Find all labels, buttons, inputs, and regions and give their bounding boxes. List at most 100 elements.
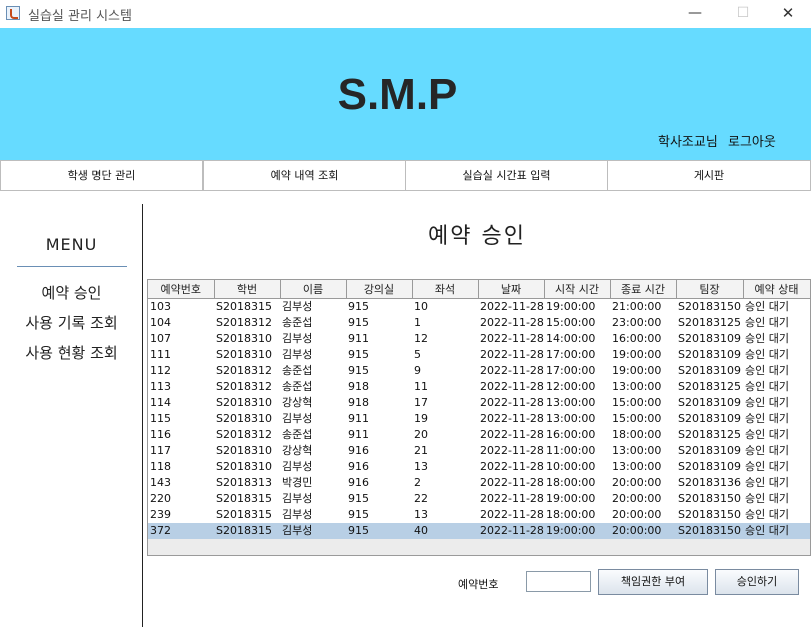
sidebar-item-usage-history[interactable]: 사용 기록 조회 <box>0 312 143 333</box>
close-button[interactable]: ✕ <box>765 0 811 28</box>
column-header[interactable]: 종료 시간 <box>610 280 677 299</box>
reservation-number-input[interactable] <box>526 571 591 592</box>
table-cell: 40 <box>412 523 478 539</box>
table-row[interactable]: 220 S2018315 김부성 915 22 2022-11-28 19:00:00 20:… <box>148 491 810 507</box>
table-cell: 2022-11-28 <box>478 507 544 523</box>
table-cell: S20183109 <box>676 411 743 427</box>
column-header[interactable]: 학번 <box>214 280 281 299</box>
table-cell: 13:00:00 <box>610 379 676 395</box>
table-cell: 11 <box>412 379 478 395</box>
user-label: 학사조교님 <box>658 135 718 150</box>
table-cell: 114 <box>148 395 214 411</box>
sidebar-item-approve[interactable]: 예약 승인 <box>0 282 143 303</box>
table-row[interactable]: 107 S2018310 김부성 911 12 2022-11-28 14:00:00 16:… <box>148 331 810 347</box>
column-header[interactable]: 예약번호 <box>148 280 215 299</box>
table-cell: S20183125 <box>676 379 743 395</box>
table-cell: S20183150 <box>676 523 743 539</box>
table-cell: 918 <box>346 379 412 395</box>
table-cell: 107 <box>148 331 214 347</box>
table-cell: 2022-11-28 <box>478 331 544 347</box>
table-cell: 21 <box>412 443 478 459</box>
table-cell: 강상혁 <box>280 395 346 411</box>
table-cell: 승인 대기 <box>743 298 810 315</box>
table-cell: 승인 대기 <box>743 427 810 443</box>
nav-reservation-history[interactable]: 예약 내역 조회 <box>203 160 406 191</box>
table-cell: 승인 대기 <box>743 475 810 491</box>
table-cell: 김부성 <box>280 298 346 315</box>
maximize-button[interactable]: ☐ <box>720 0 766 28</box>
table-row[interactable]: 372 S2018315 김부성 915 40 2022-11-28 19:00:00 20:… <box>148 523 810 539</box>
table-cell: S2018312 <box>214 315 280 331</box>
table-header-row: 예약번호 학번 이름 강의실 좌석 날짜 시작 시간 종료 시간 팀장 예약 상태 <box>148 280 810 299</box>
table-row[interactable]: 115 S2018310 김부성 911 19 2022-11-28 13:00:00 15:… <box>148 411 810 427</box>
reservation-number-label: 예약번호 <box>458 578 499 591</box>
table-cell: 2022-11-28 <box>478 315 544 331</box>
table-cell: 915 <box>346 507 412 523</box>
table-cell: 19:00:00 <box>544 298 610 315</box>
table-cell: S2018312 <box>214 379 280 395</box>
sidebar-title: MENU <box>45 235 98 254</box>
table-row[interactable]: 118 S2018310 김부성 916 13 2022-11-28 10:00:00 13:… <box>148 459 810 475</box>
table-cell: 송준섭 <box>280 427 346 443</box>
table-cell: S20183125 <box>676 315 743 331</box>
table-row[interactable]: 104 S2018312 송준섭 915 1 2022-11-28 15:00:00 23:0… <box>148 315 810 331</box>
table-cell: 915 <box>346 363 412 379</box>
table-cell: 19 <box>412 411 478 427</box>
table-cell: 2022-11-28 <box>478 475 544 491</box>
reservation-table[interactable]: 예약번호 학번 이름 강의실 좌석 날짜 시작 시간 종료 시간 팀장 예약 상태 103 S201… <box>148 280 810 539</box>
table-cell: 승인 대기 <box>743 363 810 379</box>
table-cell: 19:00:00 <box>544 523 610 539</box>
window-title: 실습실 관리 시스템 <box>28 9 132 24</box>
table-row[interactable]: 117 S2018310 강상혁 916 21 2022-11-28 11:00:00 13:… <box>148 443 810 459</box>
table-cell: 13:00:00 <box>610 443 676 459</box>
nav-board[interactable]: 게시판 <box>607 160 811 191</box>
table-cell: 승인 대기 <box>743 507 810 523</box>
column-header[interactable]: 팀장 <box>676 280 744 299</box>
approve-button[interactable]: 승인하기 <box>715 569 799 595</box>
table-cell: 916 <box>346 443 412 459</box>
table-cell: 2022-11-28 <box>478 411 544 427</box>
table-cell: 23:00:00 <box>610 315 676 331</box>
table-cell: 918 <box>346 395 412 411</box>
column-header[interactable]: 예약 상태 <box>743 280 810 299</box>
column-header[interactable]: 좌석 <box>412 280 479 299</box>
table-cell: 2022-11-28 <box>478 523 544 539</box>
grant-authority-button[interactable]: 책임권한 부여 <box>598 569 708 595</box>
table-cell: 김부성 <box>280 459 346 475</box>
column-header[interactable]: 강의실 <box>346 280 413 299</box>
table-cell: S2018310 <box>214 411 280 427</box>
table-cell: S2018315 <box>214 491 280 507</box>
nav-student-list[interactable]: 학생 명단 관리 <box>0 160 203 191</box>
table-cell: 10 <box>412 298 478 315</box>
table-cell: 2022-11-28 <box>478 443 544 459</box>
column-header[interactable]: 날짜 <box>478 280 545 299</box>
column-header[interactable]: 이름 <box>280 280 347 299</box>
table-row[interactable]: 116 S2018312 송준섭 911 20 2022-11-28 16:00:00 18:… <box>148 427 810 443</box>
table-row[interactable]: 111 S2018310 김부성 915 5 2022-11-28 17:00:00 19:0… <box>148 347 810 363</box>
table-row[interactable]: 143 S2018313 박경민 916 2 2022-11-28 18:00:00 20:0… <box>148 475 810 491</box>
table-cell: S20183109 <box>676 459 743 475</box>
table-cell: 승인 대기 <box>743 379 810 395</box>
table-cell: 20:00:00 <box>610 523 676 539</box>
table-cell: 1 <box>412 315 478 331</box>
table-row[interactable]: 103 S2018315 김부성 915 10 2022-11-28 19:00:00 21:… <box>148 298 810 315</box>
reservation-table-container[interactable]: 예약번호 학번 이름 강의실 좌석 날짜 시작 시간 종료 시간 팀장 예약 상태 103 S201… <box>147 279 811 556</box>
table-row[interactable]: 239 S2018315 김부성 915 13 2022-11-28 18:00:00 20:… <box>148 507 810 523</box>
table-row[interactable]: 112 S2018312 송준섭 915 9 2022-11-28 17:00:00 19:0… <box>148 363 810 379</box>
table-row[interactable]: 114 S2018310 강상혁 918 17 2022-11-28 13:00:00 15:… <box>148 395 810 411</box>
table-cell: S20183109 <box>676 443 743 459</box>
header-banner: S.M.P 학사조교님 로그아웃 <box>0 28 811 160</box>
table-cell: 115 <box>148 411 214 427</box>
table-cell: S20183125 <box>676 427 743 443</box>
column-header[interactable]: 시작 시간 <box>544 280 611 299</box>
table-cell: 2022-11-28 <box>478 427 544 443</box>
logout-link[interactable]: 로그아웃 <box>728 131 776 150</box>
table-cell: 915 <box>346 491 412 507</box>
table-cell: 20:00:00 <box>610 507 676 523</box>
minimize-button[interactable]: — <box>672 0 718 28</box>
nav-timetable-input[interactable]: 실습실 시간표 입력 <box>405 160 608 191</box>
table-cell: 11:00:00 <box>544 443 610 459</box>
table-cell: 916 <box>346 459 412 475</box>
sidebar-item-usage-status[interactable]: 사용 현황 조회 <box>0 342 143 363</box>
table-row[interactable]: 113 S2018312 송준섭 918 11 2022-11-28 12:00:00 13:… <box>148 379 810 395</box>
